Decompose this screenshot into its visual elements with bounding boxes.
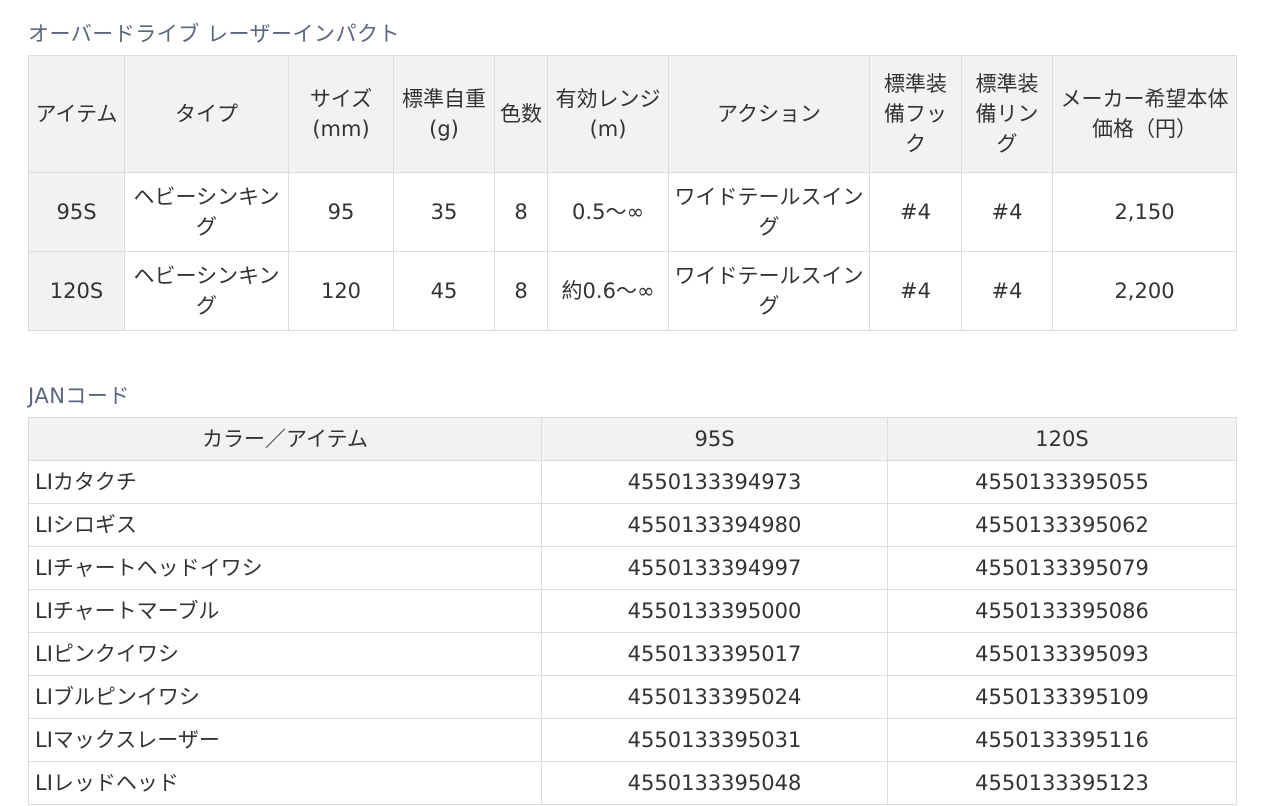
jan-code-cell: 4550133395024 (541, 675, 888, 719)
spec-header-cell: 標準装備リング (961, 55, 1053, 173)
jan-code-cell: 4550133395055 (887, 460, 1237, 504)
spec-cell: #4 (961, 172, 1053, 252)
spec-cell: #4 (869, 251, 962, 331)
spec-cell: 95 (288, 172, 394, 252)
jan-row: LIシロギス 4550133394980 4550133395062 (28, 503, 1237, 547)
jan-color-cell: LIカタクチ (28, 460, 542, 504)
jan-code-cell: 4550133394980 (541, 503, 888, 547)
jan-row: LIマックスレーザー 4550133395031 4550133395116 (28, 718, 1237, 762)
spec-row: 95S ヘビーシンキング 95 35 8 0.5〜∞ ワイドテールスイング #4 #4 2,150 (28, 172, 1237, 252)
jan-row: LIブルピンイワシ 4550133395024 4550133395109 (28, 675, 1237, 719)
spec-header-cell: サイズ(mm) (288, 55, 394, 173)
spec-table: アイテム タイプ サイズ(mm) 標準自重(g) 色数 有効レンジ(m) アクション 標準装備… (28, 55, 1237, 331)
spec-cell: #4 (961, 251, 1053, 331)
spec-cell: 約0.6〜∞ (547, 251, 669, 331)
spec-header-cell: タイプ (124, 55, 289, 173)
jan-code-cell: 4550133395116 (887, 718, 1237, 762)
spec-cell: 2,200 (1052, 251, 1237, 331)
jan-color-cell: LIマックスレーザー (28, 718, 542, 762)
spec-cell: 8 (494, 251, 548, 331)
jan-code-cell: 4550133395017 (541, 632, 888, 676)
jan-table: カラー／アイテム 95S 120S LIカタクチ 4550133394973 45501… (28, 417, 1237, 805)
jan-header-cell: カラー／アイテム (28, 417, 542, 461)
jan-header-cell: 95S (541, 417, 888, 461)
spec-cell: 0.5〜∞ (547, 172, 669, 252)
spec-cell: 45 (393, 251, 495, 331)
spec-cell: 35 (393, 172, 495, 252)
spec-cell: #4 (869, 172, 962, 252)
jan-code-cell: 4550133395079 (887, 546, 1237, 590)
spec-cell: ヘビーシンキング (124, 251, 289, 331)
jan-color-cell: LIピンクイワシ (28, 632, 542, 676)
spec-header-cell: 有効レンジ(m) (547, 55, 669, 173)
spec-cell: ヘビーシンキング (124, 172, 289, 252)
spec-header-cell: メーカー希望本体価格（円） (1052, 55, 1237, 173)
spec-table-title: オーバードライブ レーザーインパクト (28, 22, 401, 46)
jan-header-cell: 120S (887, 417, 1237, 461)
spec-header-row: アイテム タイプ サイズ(mm) 標準自重(g) 色数 有効レンジ(m) アクション 標準装備… (28, 55, 1237, 173)
spec-header-cell: アクション (668, 55, 870, 173)
jan-code-cell: 4550133395093 (887, 632, 1237, 676)
jan-color-cell: LIブルピンイワシ (28, 675, 542, 719)
spec-cell: 120 (288, 251, 394, 331)
jan-row: LIチャートヘッドイワシ 4550133394997 4550133395079 (28, 546, 1237, 590)
jan-header-row: カラー／アイテム 95S 120S (28, 417, 1237, 461)
jan-color-cell: LIシロギス (28, 503, 542, 547)
jan-code-cell: 4550133394997 (541, 546, 888, 590)
jan-row: LIカタクチ 4550133394973 4550133395055 (28, 460, 1237, 504)
jan-row: LIピンクイワシ 4550133395017 4550133395093 (28, 632, 1237, 676)
spec-item-cell: 120S (28, 251, 125, 331)
jan-code-cell: 4550133394973 (541, 460, 888, 504)
jan-row: LIチャートマーブル 4550133395000 4550133395086 (28, 589, 1237, 633)
jan-code-cell: 4550133395048 (541, 761, 888, 805)
jan-code-cell: 4550133395031 (541, 718, 888, 762)
jan-code-cell: 4550133395062 (887, 503, 1237, 547)
jan-code-cell: 4550133395109 (887, 675, 1237, 719)
spec-header-cell: 標準自重(g) (393, 55, 495, 173)
spec-header-cell: 色数 (494, 55, 548, 173)
spec-header-cell: アイテム (28, 55, 125, 173)
spec-item-cell: 95S (28, 172, 125, 252)
jan-color-cell: LIレッドヘッド (28, 761, 542, 805)
spec-row: 120S ヘビーシンキング 120 45 8 約0.6〜∞ ワイドテールスイング #4 #4 2,… (28, 251, 1237, 331)
jan-code-cell: 4550133395000 (541, 589, 888, 633)
jan-color-cell: LIチャートマーブル (28, 589, 542, 633)
jan-color-cell: LIチャートヘッドイワシ (28, 546, 542, 590)
spec-cell: ワイドテールスイング (668, 251, 870, 331)
jan-table-title: JANコード (28, 384, 130, 408)
spec-cell: 8 (494, 172, 548, 252)
jan-row: LIレッドヘッド 4550133395048 4550133395123 (28, 761, 1237, 805)
jan-code-cell: 4550133395086 (887, 589, 1237, 633)
spec-cell: 2,150 (1052, 172, 1237, 252)
spec-header-cell: 標準装備フック (869, 55, 962, 173)
jan-code-cell: 4550133395123 (887, 761, 1237, 805)
spec-cell: ワイドテールスイング (668, 172, 870, 252)
